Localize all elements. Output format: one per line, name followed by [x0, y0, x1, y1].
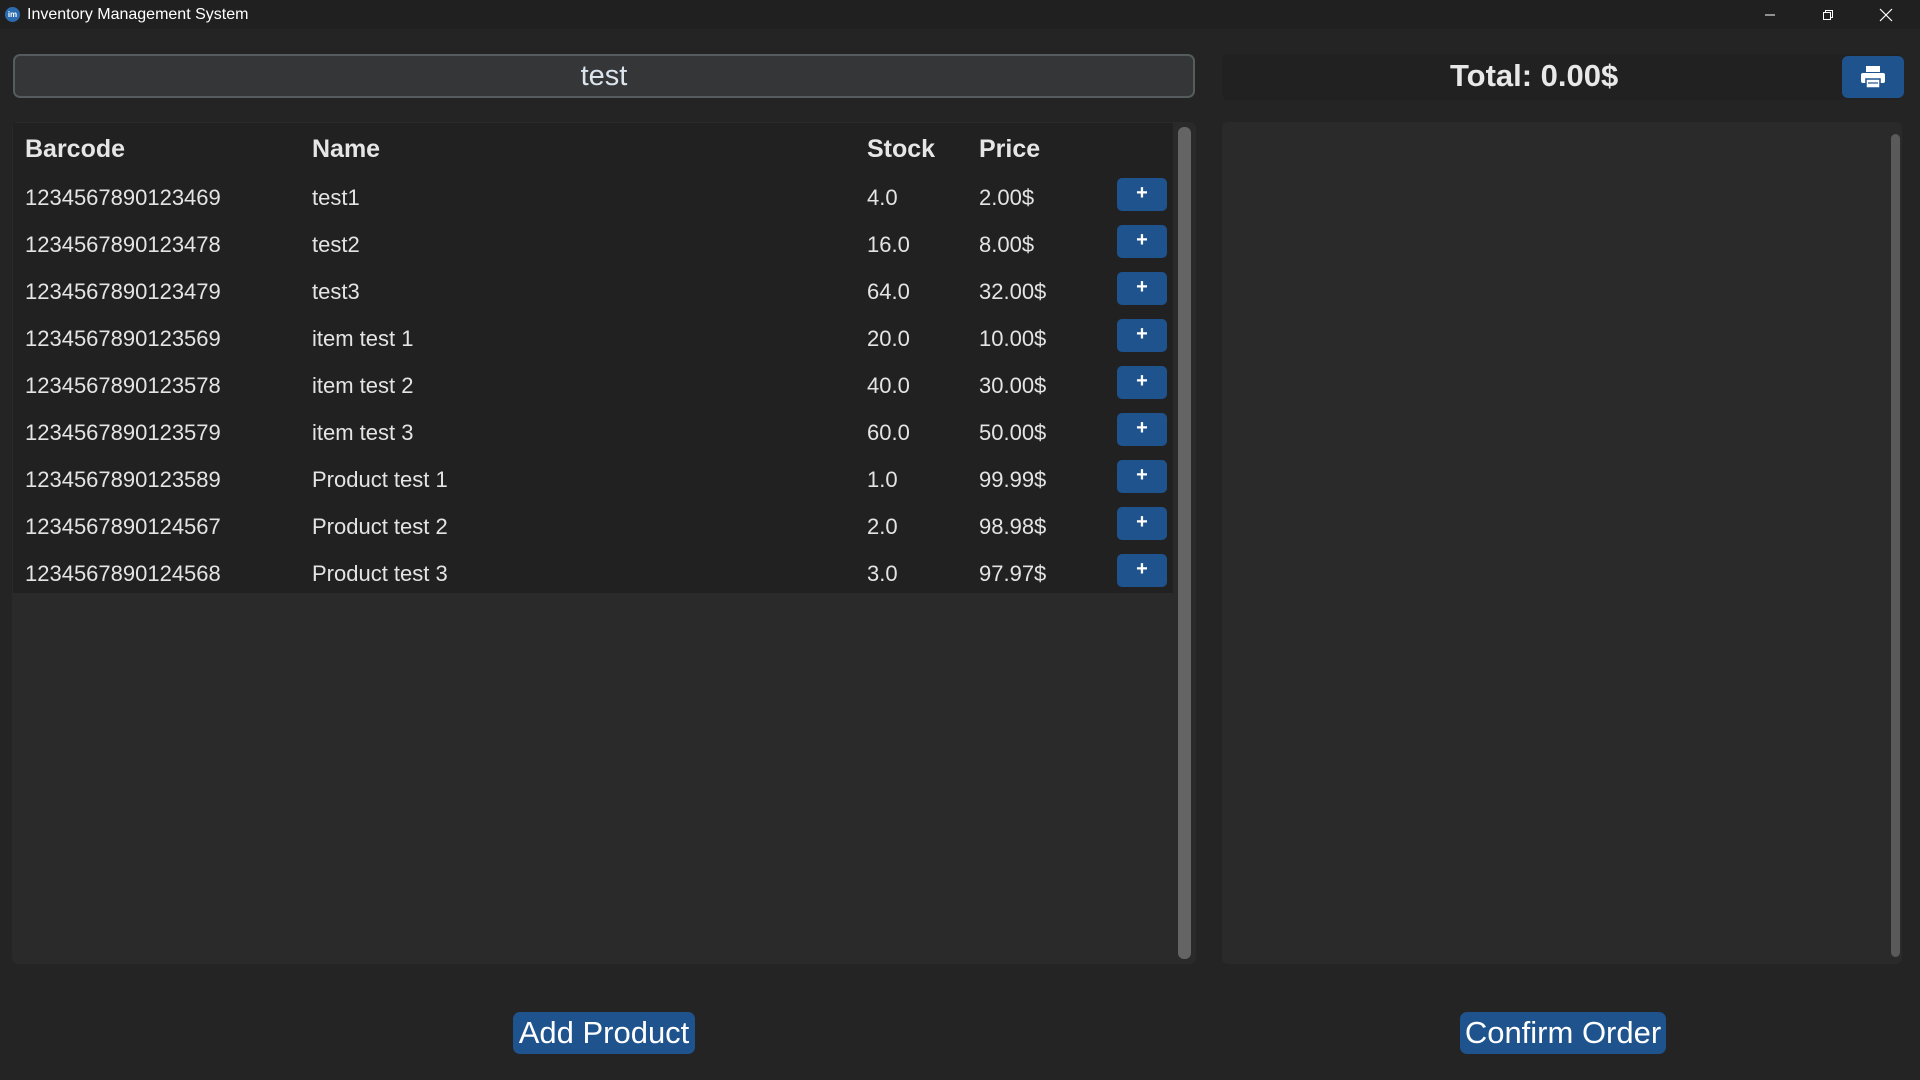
stock-cell: 16.0: [867, 232, 910, 257]
stock-cell: 20.0: [867, 326, 910, 351]
restore-button[interactable]: [1799, 0, 1857, 29]
table-row: 1234567890123589 Product test 1 1.0 99.9…: [13, 457, 1173, 504]
product-list-scrollbar[interactable]: [1178, 127, 1191, 959]
add-product-button[interactable]: Add Product: [513, 1012, 695, 1054]
barcode-cell: 1234567890123589: [25, 467, 221, 492]
header-barcode: Barcode: [25, 135, 126, 163]
table-row: 1234567890123478 test2 16.0 8.00$ +: [13, 222, 1173, 269]
price-cell: 8.00$: [979, 232, 1035, 257]
name-cell: item test 2: [312, 373, 414, 398]
barcode-cell: 1234567890123579: [25, 420, 221, 445]
table-row: 1234567890124567 Product test 2 2.0 98.9…: [13, 504, 1173, 551]
add-to-order-button[interactable]: +: [1117, 366, 1167, 399]
table-row: 1234567890124568 Product test 3 3.0 97.9…: [13, 551, 1173, 598]
confirm-order-button[interactable]: Confirm Order: [1460, 1012, 1666, 1054]
table-row: 1234567890123579 item test 3 60.0 50.00$…: [13, 410, 1173, 457]
close-button[interactable]: [1857, 0, 1915, 29]
add-to-order-button[interactable]: +: [1117, 554, 1167, 587]
price-cell: 32.00$: [979, 279, 1047, 304]
order-total: Total: 0.00$: [1450, 58, 1619, 93]
add-to-order-button[interactable]: +: [1117, 460, 1167, 493]
header-name: Name: [312, 135, 381, 163]
name-cell: test3: [312, 279, 360, 304]
add-to-order-button[interactable]: +: [1117, 225, 1167, 258]
add-to-order-button[interactable]: +: [1117, 413, 1167, 446]
header-price: Price: [979, 135, 1041, 163]
product-table: Barcode Name Stock Price 123456789012346…: [13, 123, 1173, 593]
stock-cell: 4.0: [867, 185, 898, 210]
minimize-button[interactable]: [1741, 0, 1799, 29]
stock-cell: 64.0: [867, 279, 910, 304]
table-row: 1234567890123569 item test 1 20.0 10.00$…: [13, 316, 1173, 363]
minimize-icon: [1765, 14, 1775, 15]
price-cell: 99.99$: [979, 467, 1047, 492]
stock-cell: 1.0: [867, 467, 898, 492]
order-items-panel: [1222, 122, 1902, 964]
header-stock: Stock: [867, 135, 936, 163]
add-to-order-button[interactable]: +: [1117, 319, 1167, 352]
price-cell: 30.00$: [979, 373, 1047, 398]
stock-cell: 2.0: [867, 514, 898, 539]
title-bar: im Inventory Management System: [0, 0, 1920, 29]
close-icon: [1879, 8, 1893, 21]
barcode-cell: 1234567890123469: [25, 185, 221, 210]
barcode-cell: 1234567890123578: [25, 373, 221, 398]
name-cell: test2: [312, 232, 360, 257]
barcode-cell: 1234567890124568: [25, 561, 221, 586]
stock-cell: 60.0: [867, 420, 910, 445]
name-cell: Product test 2: [312, 514, 448, 539]
stock-cell: 3.0: [867, 561, 898, 586]
name-cell: Product test 3: [312, 561, 448, 586]
name-cell: test1: [312, 185, 360, 210]
add-to-order-button[interactable]: +: [1117, 272, 1167, 305]
order-list-scrollbar[interactable]: [1891, 134, 1900, 957]
name-cell: Product test 1: [312, 467, 448, 492]
barcode-cell: 1234567890123479: [25, 279, 221, 304]
add-to-order-button[interactable]: +: [1117, 178, 1167, 211]
table-row: 1234567890123479 test3 64.0 32.00$ +: [13, 269, 1173, 316]
print-button[interactable]: [1842, 56, 1904, 98]
price-cell: 50.00$: [979, 420, 1047, 445]
stock-cell: 40.0: [867, 373, 910, 398]
restore-icon: [1823, 9, 1833, 20]
name-cell: item test 1: [312, 326, 414, 351]
table-row: 1234567890123578 item test 2 40.0 30.00$…: [13, 363, 1173, 410]
add-to-order-button[interactable]: +: [1117, 507, 1167, 540]
app-icon: im: [5, 7, 20, 22]
table-row: 1234567890123469 test1 4.0 2.00$ +: [13, 175, 1173, 222]
printer-icon: [1861, 66, 1885, 89]
price-cell: 97.97$: [979, 561, 1047, 586]
barcode-cell: 1234567890123478: [25, 232, 221, 257]
price-cell: 10.00$: [979, 326, 1047, 351]
search-input[interactable]: [13, 54, 1195, 98]
barcode-cell: 1234567890124567: [25, 514, 221, 539]
price-cell: 2.00$: [979, 185, 1035, 210]
barcode-cell: 1234567890123569: [25, 326, 221, 351]
price-cell: 98.98$: [979, 514, 1047, 539]
window-title: Inventory Management System: [27, 6, 249, 23]
name-cell: item test 3: [312, 420, 414, 445]
